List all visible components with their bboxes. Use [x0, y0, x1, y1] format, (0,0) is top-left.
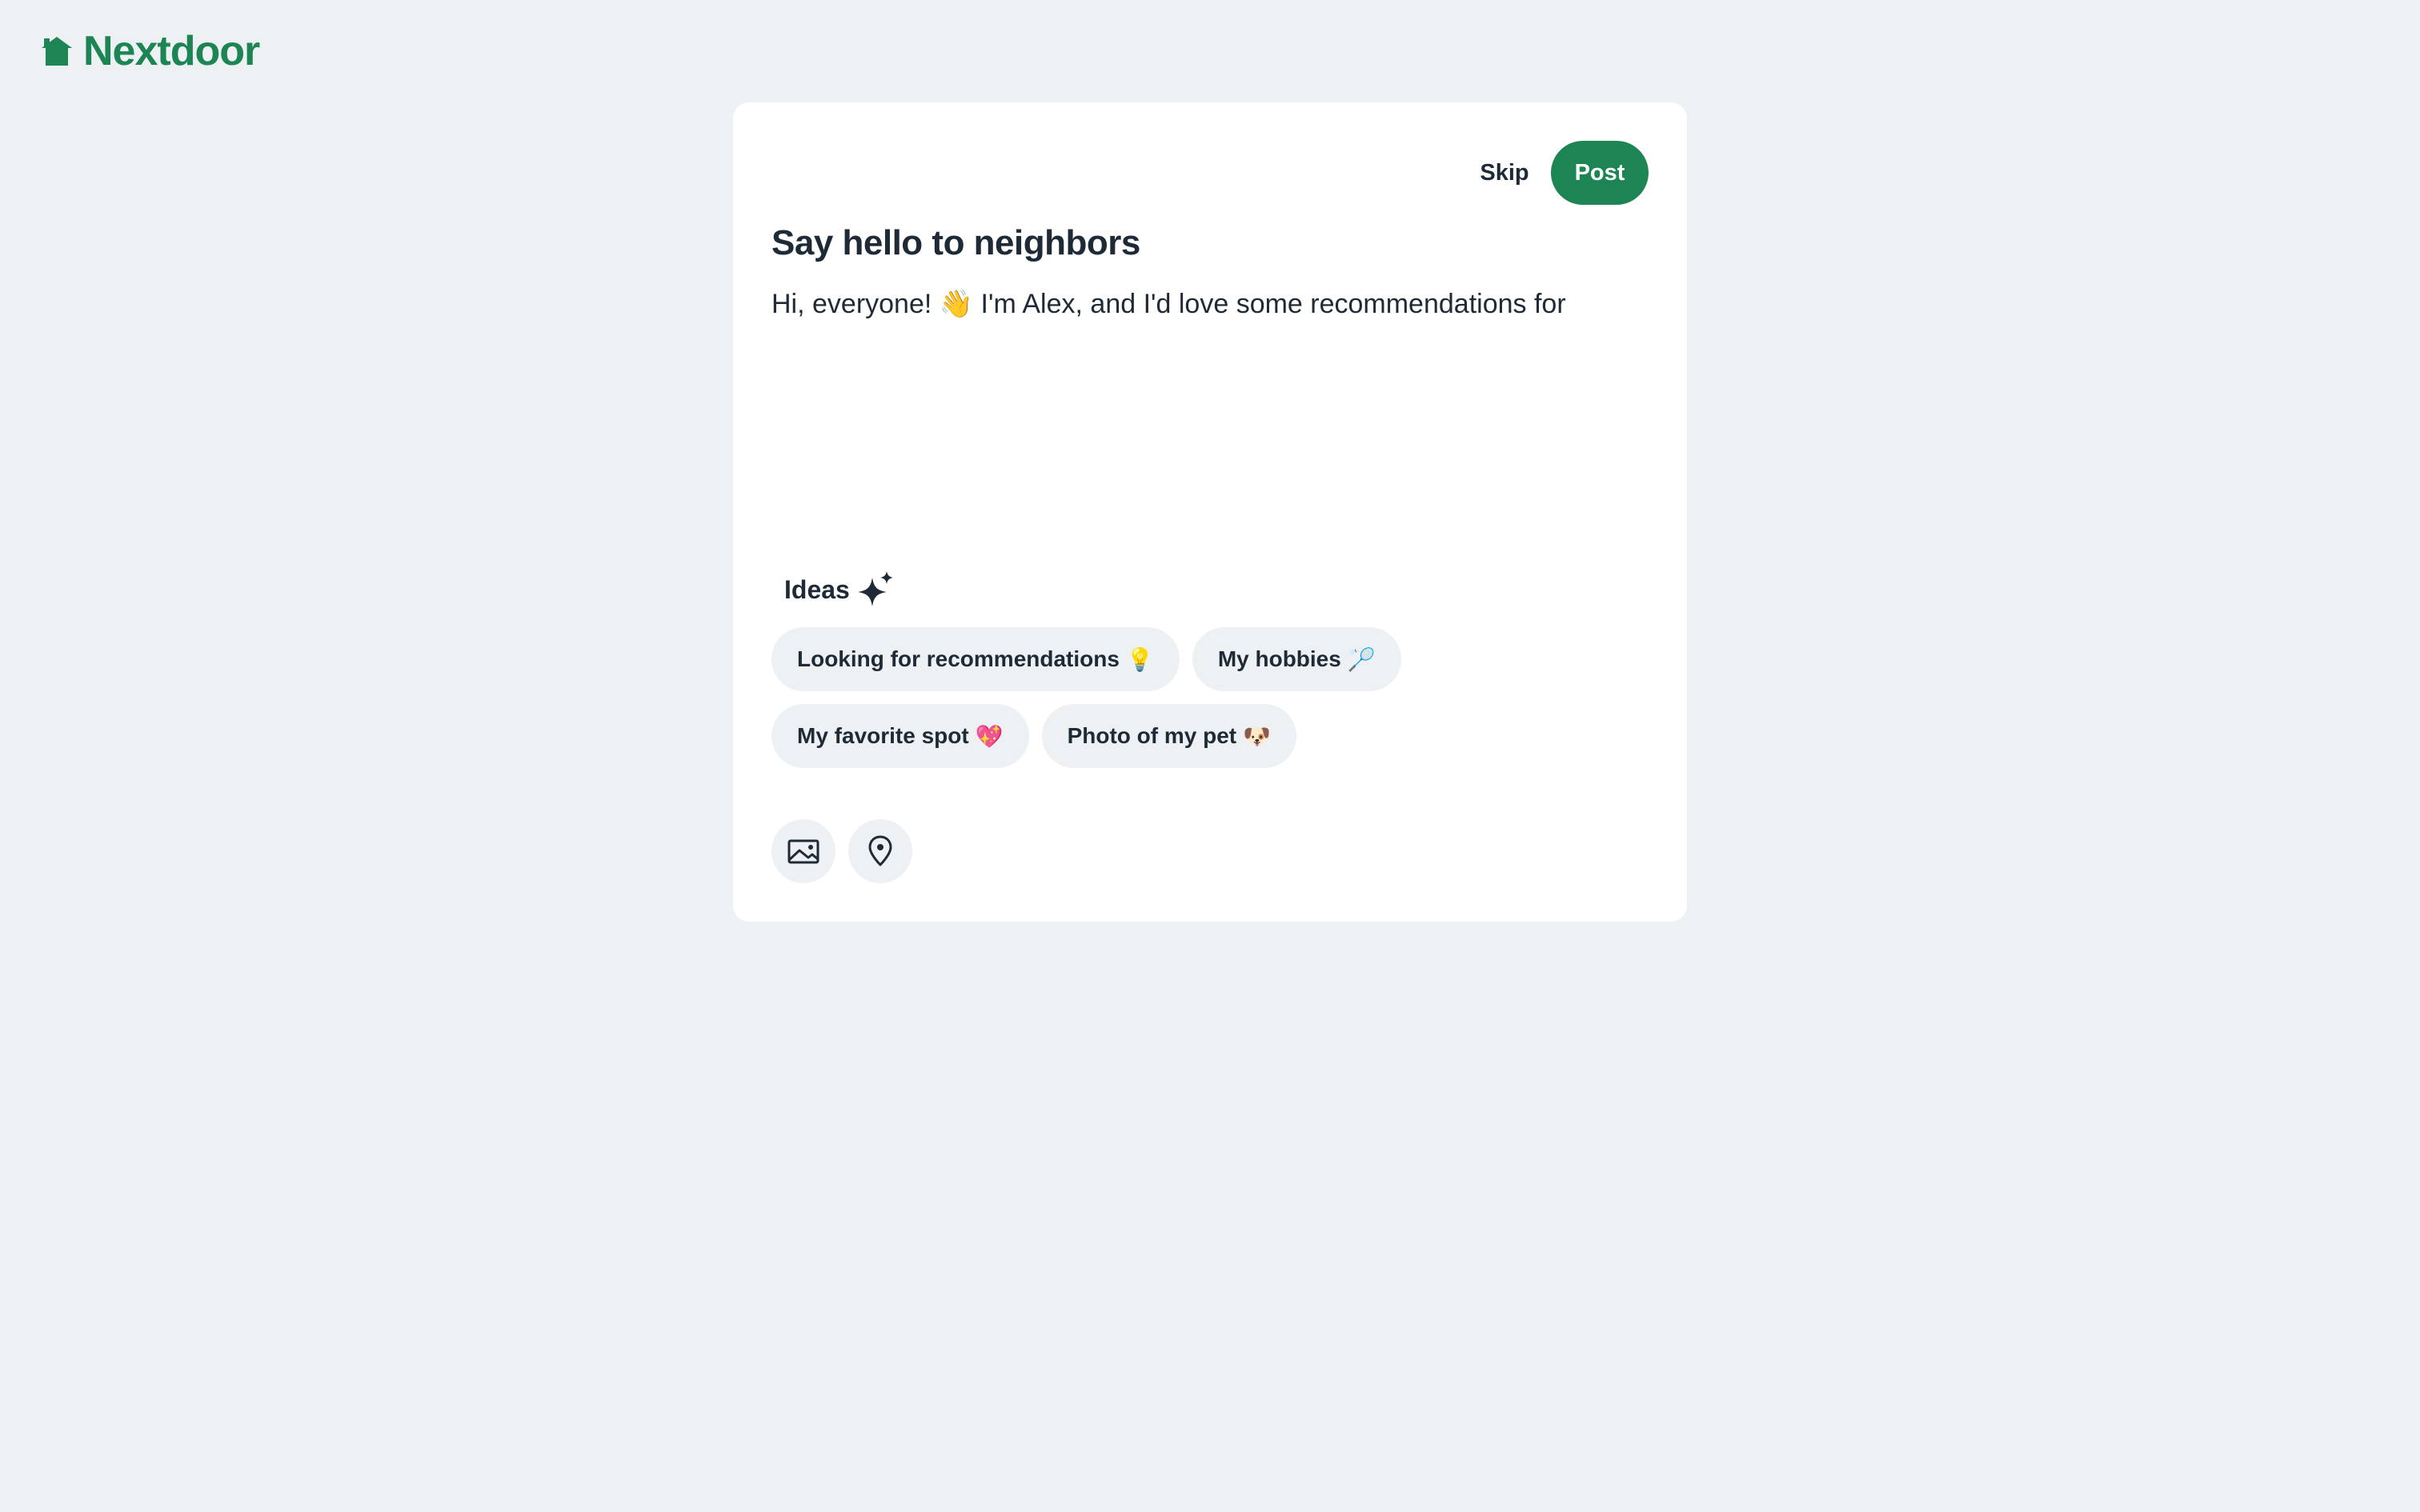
idea-chip-recommendations[interactable]: Looking for recommendations 💡	[771, 627, 1180, 691]
chip-label: Looking for recommendations	[797, 646, 1120, 671]
post-composer-card: Skip Post Say hello to neighbors Hi, eve…	[733, 102, 1687, 922]
chip-label: Photo of my pet	[1067, 723, 1237, 748]
location-pin-icon	[868, 835, 892, 866]
ideas-header: Ideas	[784, 570, 896, 610]
post-body-textarea[interactable]: Hi, everyone! 👋 I'm Alex, and I'd love s…	[771, 286, 1649, 630]
sparkle-icon	[857, 571, 893, 606]
idea-chip-hobbies[interactable]: My hobbies 🏸	[1192, 627, 1401, 691]
add-photo-button[interactable]	[771, 819, 835, 883]
skip-button[interactable]: Skip	[1453, 141, 1556, 205]
idea-chips: Looking for recommendations 💡 My hobbies…	[771, 627, 1652, 768]
nextdoor-logo[interactable]: Nextdoor	[38, 27, 260, 75]
ideas-label: Ideas	[784, 574, 850, 604]
badminton-icon: 🏸	[1347, 646, 1376, 672]
idea-chip-pet-photo[interactable]: Photo of my pet 🐶	[1041, 704, 1296, 768]
idea-chip-favorite-spot[interactable]: My favorite spot 💖	[771, 704, 1029, 768]
composer-title: Say hello to neighbors	[771, 223, 1140, 262]
dog-icon: 🐶	[1243, 723, 1271, 749]
lightbulb-icon: 💡	[1125, 646, 1154, 672]
house-logo-icon	[42, 37, 72, 66]
heart-icon: 💖	[975, 723, 1004, 749]
image-icon	[787, 839, 819, 864]
brand-name: Nextdoor	[83, 28, 260, 74]
chip-label: My hobbies	[1217, 646, 1341, 671]
add-location-button[interactable]	[848, 819, 912, 883]
chip-label: My favorite spot	[797, 723, 969, 748]
post-button[interactable]: Post	[1551, 141, 1649, 205]
